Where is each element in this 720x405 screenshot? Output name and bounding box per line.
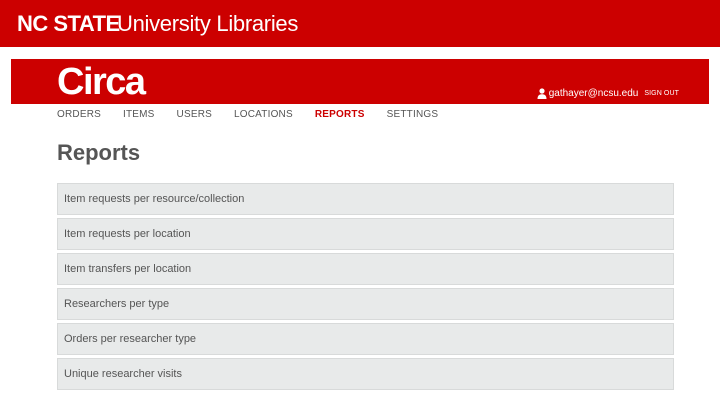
user-area: gathayer@ncsu.edu SIGN OUT <box>537 88 679 99</box>
app-logo[interactable]: Circa <box>57 60 146 104</box>
report-item-requests-per-location[interactable]: Item requests per location <box>57 218 674 250</box>
report-item-requests-per-resource[interactable]: Item requests per resource/collection <box>57 183 674 215</box>
site-brand-libraries[interactable]: University Libraries <box>117 11 298 37</box>
site-header: NC STATE University Libraries <box>0 0 720 47</box>
report-unique-researcher-visits[interactable]: Unique researcher visits <box>57 358 674 390</box>
nav-items[interactable]: ITEMS <box>123 109 155 120</box>
nav-reports[interactable]: REPORTS <box>315 109 365 120</box>
site-brand-ncstate[interactable]: NC STATE <box>17 11 120 37</box>
sign-out-link[interactable]: SIGN OUT <box>644 90 679 97</box>
user-icon <box>537 88 547 99</box>
report-item-transfers-per-location[interactable]: Item transfers per location <box>57 253 674 285</box>
app-header: Circa gathayer@ncsu.edu SIGN OUT <box>11 59 709 104</box>
nav-users[interactable]: USERS <box>177 109 212 120</box>
main-nav: ORDERS ITEMS USERS LOCATIONS REPORTS SET… <box>57 109 460 120</box>
nav-settings[interactable]: SETTINGS <box>387 109 439 120</box>
report-list: Item requests per resource/collection It… <box>57 183 674 393</box>
nav-orders[interactable]: ORDERS <box>57 109 101 120</box>
report-orders-per-researcher-type[interactable]: Orders per researcher type <box>57 323 674 355</box>
report-researchers-per-type[interactable]: Researchers per type <box>57 288 674 320</box>
user-email[interactable]: gathayer@ncsu.edu <box>549 88 639 99</box>
page-title: Reports <box>57 140 141 165</box>
nav-locations[interactable]: LOCATIONS <box>234 109 293 120</box>
